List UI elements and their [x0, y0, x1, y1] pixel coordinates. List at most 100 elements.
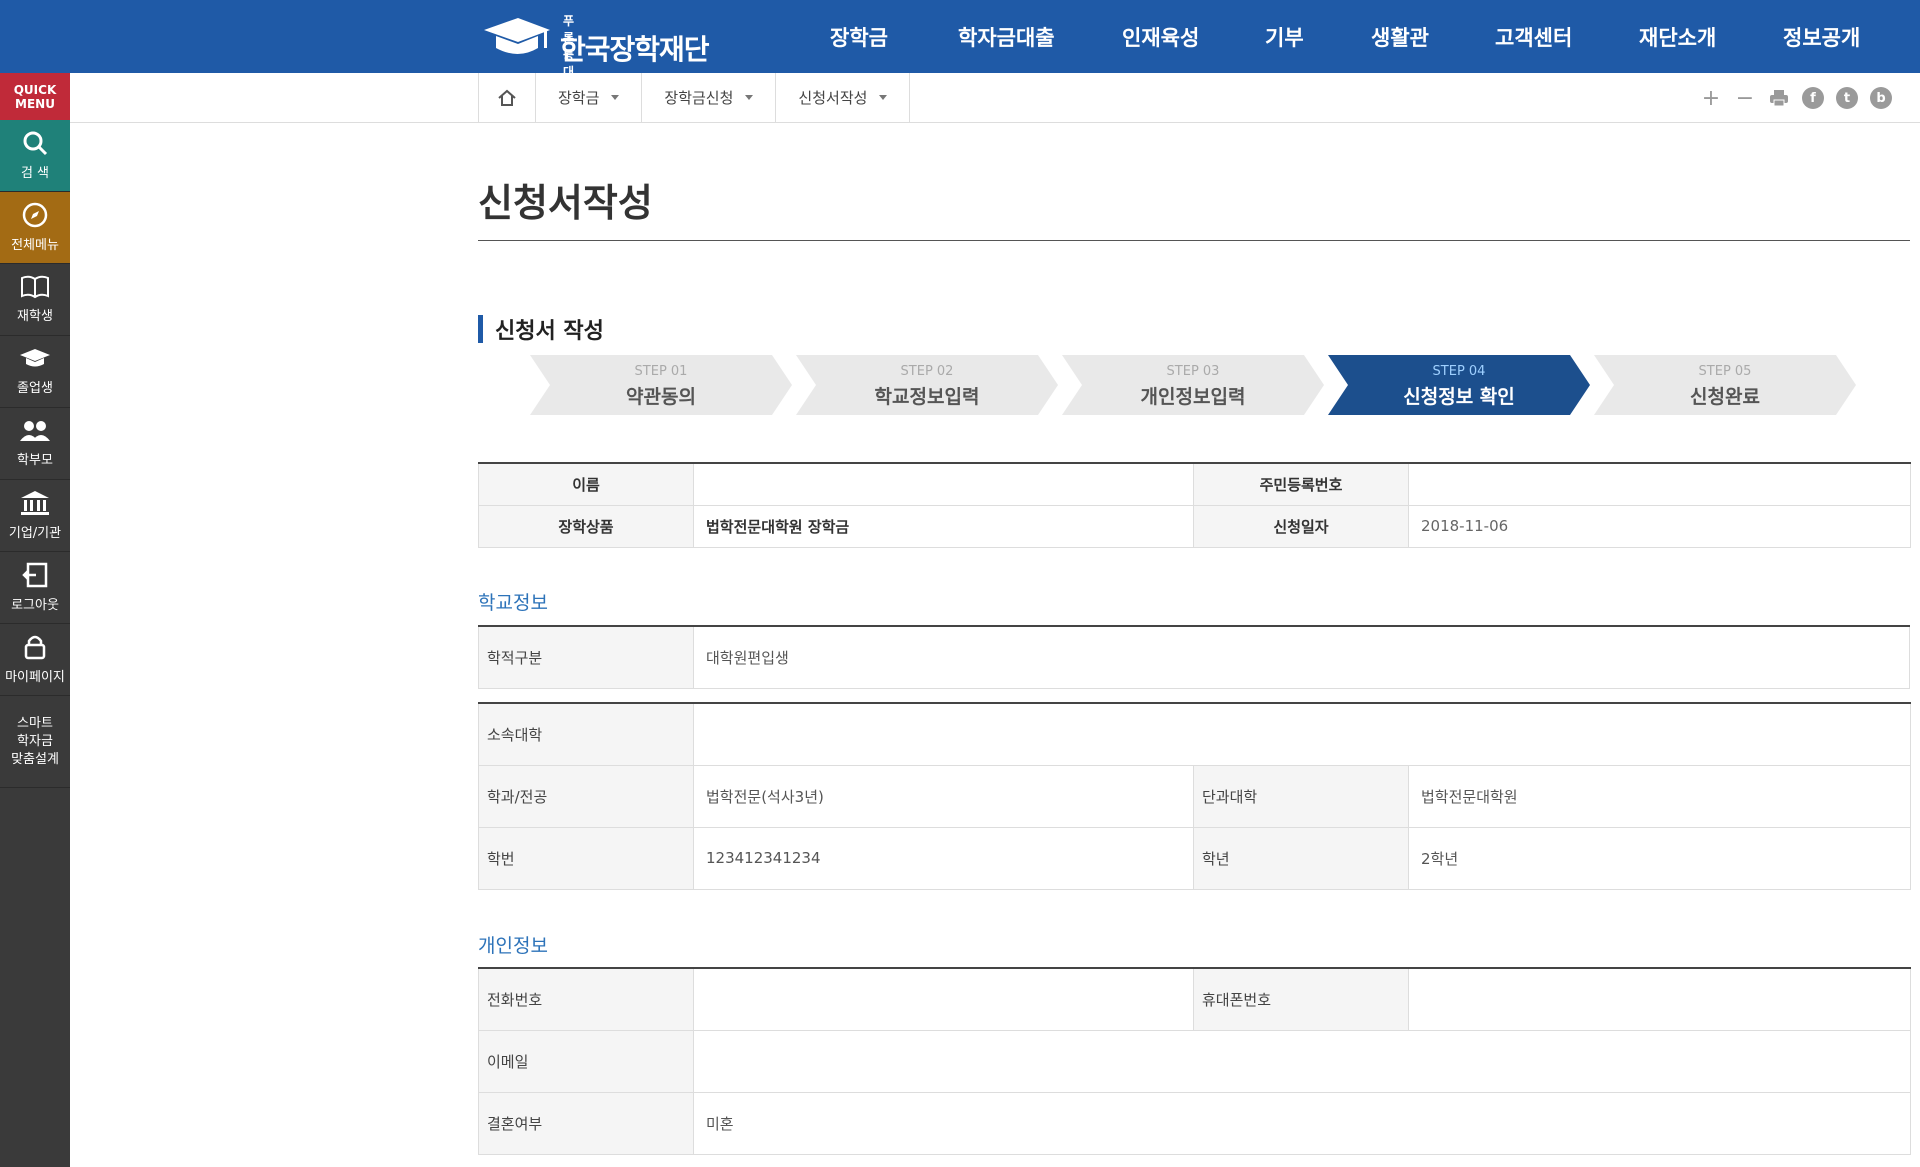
graduation-cap-icon: [20, 349, 50, 367]
search-icon: [23, 131, 48, 156]
twitter-icon: t: [1836, 87, 1858, 109]
step-03: STEP 03 개인정보입력: [1062, 355, 1324, 415]
site-logo[interactable]: 푸른등대 한국장학재단: [480, 10, 710, 79]
summary-table: 이름 주민등록번호 장학상품 법학전문대학원 장학금 신청일자 2018-11-…: [478, 462, 1911, 548]
nav-about[interactable]: 재단소개: [1639, 22, 1783, 52]
step-number: STEP 02: [900, 364, 954, 379]
home-button[interactable]: [478, 73, 536, 122]
page-title: 신청서작성: [478, 181, 653, 225]
home-icon: [498, 89, 516, 106]
personal-info-heading: 개인정보: [478, 935, 548, 957]
email-label: 이메일: [478, 1029, 694, 1093]
minus-icon: −: [1735, 85, 1755, 111]
quick-enrolled-label: 재학생: [17, 309, 53, 324]
step-indicator: STEP 01 약관동의 STEP 02 학교정보입력 STEP 03 개인정보…: [530, 355, 1860, 415]
users-icon: [20, 421, 50, 441]
rrn-label: 주민등록번호: [1193, 462, 1409, 506]
caret-down-icon: [879, 95, 888, 100]
quick-mypage[interactable]: 마이페이지: [0, 624, 70, 696]
quick-logout[interactable]: 로그아웃: [0, 552, 70, 624]
quick-parents-label: 학부모: [17, 453, 53, 468]
print-button[interactable]: [1766, 85, 1792, 111]
section-title: 신청서 작성: [478, 314, 604, 344]
nav-donation[interactable]: 기부: [1265, 22, 1371, 52]
school-status-table: 학적구분 대학원편입생: [478, 625, 1910, 689]
facebook-share-button[interactable]: f: [1800, 85, 1826, 111]
quick-menu-title-line: MENU: [15, 97, 55, 111]
zoom-out-button[interactable]: −: [1732, 85, 1758, 111]
grade-label: 학년: [1193, 826, 1409, 890]
breadcrumb-form[interactable]: 신청서작성: [776, 73, 911, 122]
book-icon: [21, 275, 49, 299]
quick-menu: QUICK MENU 검 색 전체메뉴 재학생 졸업생 학부모 기업/기관 로그…: [0, 73, 70, 1167]
plus-icon: +: [1701, 85, 1721, 111]
blog-share-button[interactable]: b: [1868, 85, 1894, 111]
graduation-cap-logo-icon: [484, 18, 550, 54]
breadcrumb-label: 신청서작성: [798, 89, 868, 107]
page-tools: + − f t b: [1690, 85, 1894, 111]
quick-logout-label: 로그아웃: [11, 598, 59, 613]
major-value: 법학전문(석사3년): [693, 764, 1194, 828]
quick-mypage-label: 마이페이지: [5, 670, 65, 685]
product-value: 법학전문대학원 장학금: [693, 504, 1194, 548]
nav-talent[interactable]: 인재육성: [1122, 22, 1265, 52]
nav-scholarship[interactable]: 장학금: [830, 22, 958, 52]
breadcrumb-apply[interactable]: 장학금신청: [642, 73, 777, 122]
breadcrumb-label: 장학금신청: [664, 89, 734, 107]
school-detail-table: 소속대학 학과/전공 법학전문(석사3년) 단과대학 법학전문대학원 학번 12…: [478, 702, 1912, 890]
step-name: 학교정보입력: [874, 386, 980, 408]
quick-graduate[interactable]: 졸업생: [0, 336, 70, 408]
breadcrumb-label: 장학금: [558, 89, 600, 107]
name-label: 이름: [478, 462, 694, 506]
quick-all-menu-label: 전체메뉴: [11, 238, 59, 253]
logout-icon: [22, 562, 48, 588]
quick-smart-label: 맞춤설계: [11, 751, 59, 767]
quick-smart-plan[interactable]: 스마트 학자금 맞춤설계: [0, 696, 70, 788]
name-value: [693, 462, 1194, 506]
nav-student-loan[interactable]: 학자금대출: [958, 22, 1122, 52]
step-05: STEP 05 신청완료: [1594, 355, 1856, 415]
step-name: 신청정보 확인: [1403, 386, 1515, 408]
twitter-share-button[interactable]: t: [1834, 85, 1860, 111]
status-value: 대학원편입생: [693, 625, 1910, 689]
table-row: 학적구분 대학원편입생: [478, 625, 1910, 689]
table-row: 이메일: [478, 1029, 1911, 1093]
university-value: [692, 702, 1912, 766]
quick-all-menu[interactable]: 전체메뉴: [0, 192, 70, 264]
email-value: [693, 1029, 1911, 1093]
university-label: 소속대학: [478, 702, 694, 766]
step-04-current: STEP 04 신청정보 확인: [1328, 355, 1590, 415]
table-row: 소속대학: [478, 702, 1912, 766]
step-name: 개인정보입력: [1140, 386, 1246, 408]
quick-smart-label: 학자금: [17, 733, 53, 749]
top-header: 푸른등대 한국장학재단 장학금 학자금대출 인재육성 기부 생활관 고객센터 재…: [0, 0, 1920, 79]
table-row: 결혼여부 미혼: [478, 1091, 1911, 1155]
printer-icon: [1770, 90, 1788, 107]
marital-label: 결혼여부: [478, 1091, 694, 1155]
phone-label: 전화번호: [478, 967, 694, 1031]
quick-smart-label: 스마트: [17, 715, 53, 731]
quick-menu-title: QUICK MENU: [0, 73, 70, 120]
step-number: STEP 01: [634, 364, 688, 379]
school-info-heading: 학교정보: [478, 592, 548, 614]
quick-enrolled[interactable]: 재학생: [0, 264, 70, 336]
building-icon: [21, 491, 49, 515]
phone-value: [693, 967, 1194, 1031]
table-row: 학과/전공 법학전문(석사3년) 단과대학 법학전문대학원: [478, 764, 1912, 828]
nav-disclosure[interactable]: 정보공개: [1783, 22, 1860, 52]
breadcrumb: 장학금 장학금신청 신청서작성: [478, 73, 911, 122]
nav-customer-center[interactable]: 고객센터: [1495, 22, 1639, 52]
major-label: 학과/전공: [478, 764, 694, 828]
breadcrumb-scholarship[interactable]: 장학금: [536, 73, 643, 122]
compass-icon: [22, 202, 48, 228]
step-number: STEP 04: [1432, 364, 1486, 379]
quick-search[interactable]: 검 색: [0, 120, 70, 192]
zoom-in-button[interactable]: +: [1698, 85, 1724, 111]
personal-info-table: 전화번호 휴대폰번호 이메일 결혼여부 미혼: [478, 967, 1911, 1155]
quick-graduate-label: 졸업생: [17, 381, 53, 396]
nav-dormitory[interactable]: 생활관: [1371, 22, 1495, 52]
caret-down-icon: [611, 95, 620, 100]
quick-company[interactable]: 기업/기관: [0, 480, 70, 552]
status-label: 학적구분: [478, 625, 694, 689]
quick-parents[interactable]: 학부모: [0, 408, 70, 480]
